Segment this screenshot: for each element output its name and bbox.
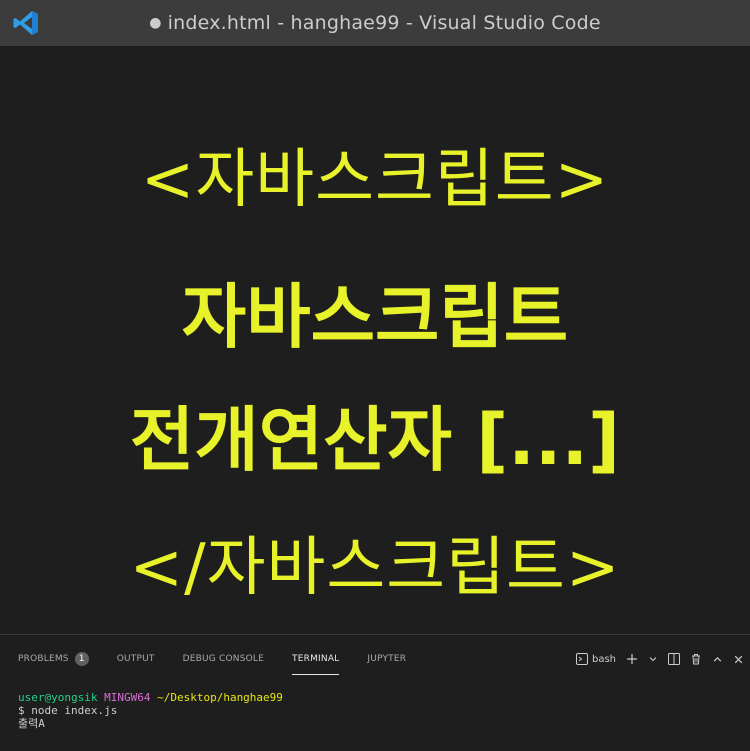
terminal-prompt-line: user@yongsik MINGW64 ~/Desktop/hanghae99 [18,691,740,704]
tab-jupyter[interactable]: JUPYTER [367,649,406,669]
tab-terminal[interactable]: TERMINAL [292,649,340,675]
prompt-path: ~/Desktop/hanghae99 [157,691,283,704]
tab-problems[interactable]: PROBLEMS 1 [18,649,89,669]
tab-terminal-label: TERMINAL [292,654,340,664]
tab-debug-console-label: DEBUG CONSOLE [182,654,265,664]
headline-line-1: <자바스크립트> [140,143,610,217]
prompt-user: user@yongsik [18,691,98,704]
headline-line-4: </자바스크립트> [129,531,621,605]
unsaved-dot-icon: ● [149,15,162,31]
shell-name: bash [591,653,616,665]
close-panel-button[interactable] [733,654,744,665]
maximize-panel-button[interactable] [712,654,723,665]
editor-area[interactable]: <자바스크립트> 자바스크립트 전개연산자 [...] </자바스크립트> [0,46,750,634]
tab-problems-label: PROBLEMS [18,654,69,664]
terminal-command-line: $ node index.js [18,704,118,717]
close-icon [734,655,743,663]
headline-line-2: 자바스크립트 [181,276,569,358]
prompt-host: MINGW64 [104,691,151,704]
kill-terminal-button[interactable] [690,653,702,665]
tab-output-label: OUTPUT [116,654,155,664]
window-title-text: index.html - hanghae99 - Visual Studio C… [167,12,601,34]
problems-count-badge: 1 [74,652,89,666]
tab-jupyter-label: JUPYTER [367,654,407,664]
window-title: ● index.html - hanghae99 - Visual Studio… [149,12,601,34]
terminal-icon [575,653,588,665]
terminal-output-line: 출력A [18,717,45,730]
tab-output[interactable]: OUTPUT [117,649,155,669]
terminal-output[interactable]: user@yongsik MINGW64 ~/Desktop/hanghae99… [18,691,740,730]
split-terminal-button[interactable] [668,653,680,665]
trash-icon [692,654,700,665]
chevron-down-icon [649,657,657,662]
split-icon [668,653,680,665]
terminal-dropdown-button[interactable] [648,654,658,664]
headline-line-3: 전개연산자 [...] [129,399,621,481]
plus-icon [627,654,637,664]
panel-actions: bash [575,647,744,671]
terminal-selector[interactable]: bash [575,653,616,665]
bottom-panel: PROBLEMS 1 OUTPUT DEBUG CONSOLE TERMINAL… [0,634,750,751]
title-bar: ● index.html - hanghae99 - Visual Studio… [0,0,750,46]
chevron-up-icon [713,656,722,662]
new-terminal-button[interactable] [626,653,638,665]
tab-debug-console[interactable]: DEBUG CONSOLE [183,649,264,669]
vscode-logo-icon[interactable] [12,9,40,37]
